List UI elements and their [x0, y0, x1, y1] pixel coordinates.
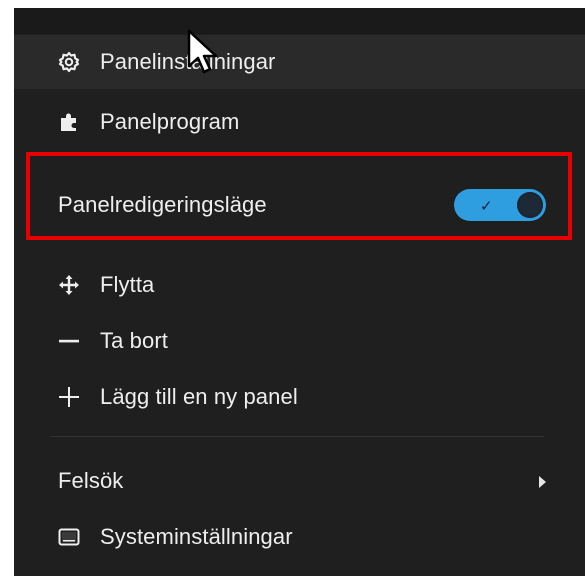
menu-item-remove[interactable]: Ta bort — [14, 314, 585, 368]
menu-item-system-settings[interactable]: Systeminställningar — [14, 510, 585, 564]
menu-top-edge — [14, 8, 585, 34]
puzzle-icon — [58, 111, 80, 133]
menu-item-label: Ta bort — [100, 328, 168, 353]
menu-item-move[interactable]: Flytta — [14, 258, 585, 312]
menu-item-debug[interactable]: Felsök — [14, 454, 585, 508]
menu-item-add-new-panel[interactable]: Lägg till en ny panel — [14, 370, 585, 424]
plus-icon — [58, 386, 80, 408]
menu-item-label: Lägg till en ny panel — [100, 384, 298, 409]
panel-context-menu: Panelinställningar Panelprogram Panelred… — [14, 8, 585, 576]
menu-item-label: Flytta — [100, 272, 155, 297]
menu-item-label: Systeminställningar — [100, 524, 293, 549]
menu-item-panel-settings[interactable]: Panelinställningar — [14, 35, 585, 89]
move-icon — [58, 274, 80, 296]
chevron-right-icon — [539, 476, 546, 488]
minus-icon — [58, 330, 80, 352]
gear-icon — [58, 51, 80, 73]
highlight-box — [26, 152, 572, 240]
menu-divider — [50, 436, 544, 437]
menu-item-panel-applets[interactable]: Panelprogram — [14, 95, 585, 149]
mouse-cursor-icon — [187, 29, 218, 74]
menu-item-label: Panelprogram — [100, 109, 240, 134]
display-icon — [58, 526, 80, 548]
menu-item-label: Felsök — [58, 468, 124, 493]
